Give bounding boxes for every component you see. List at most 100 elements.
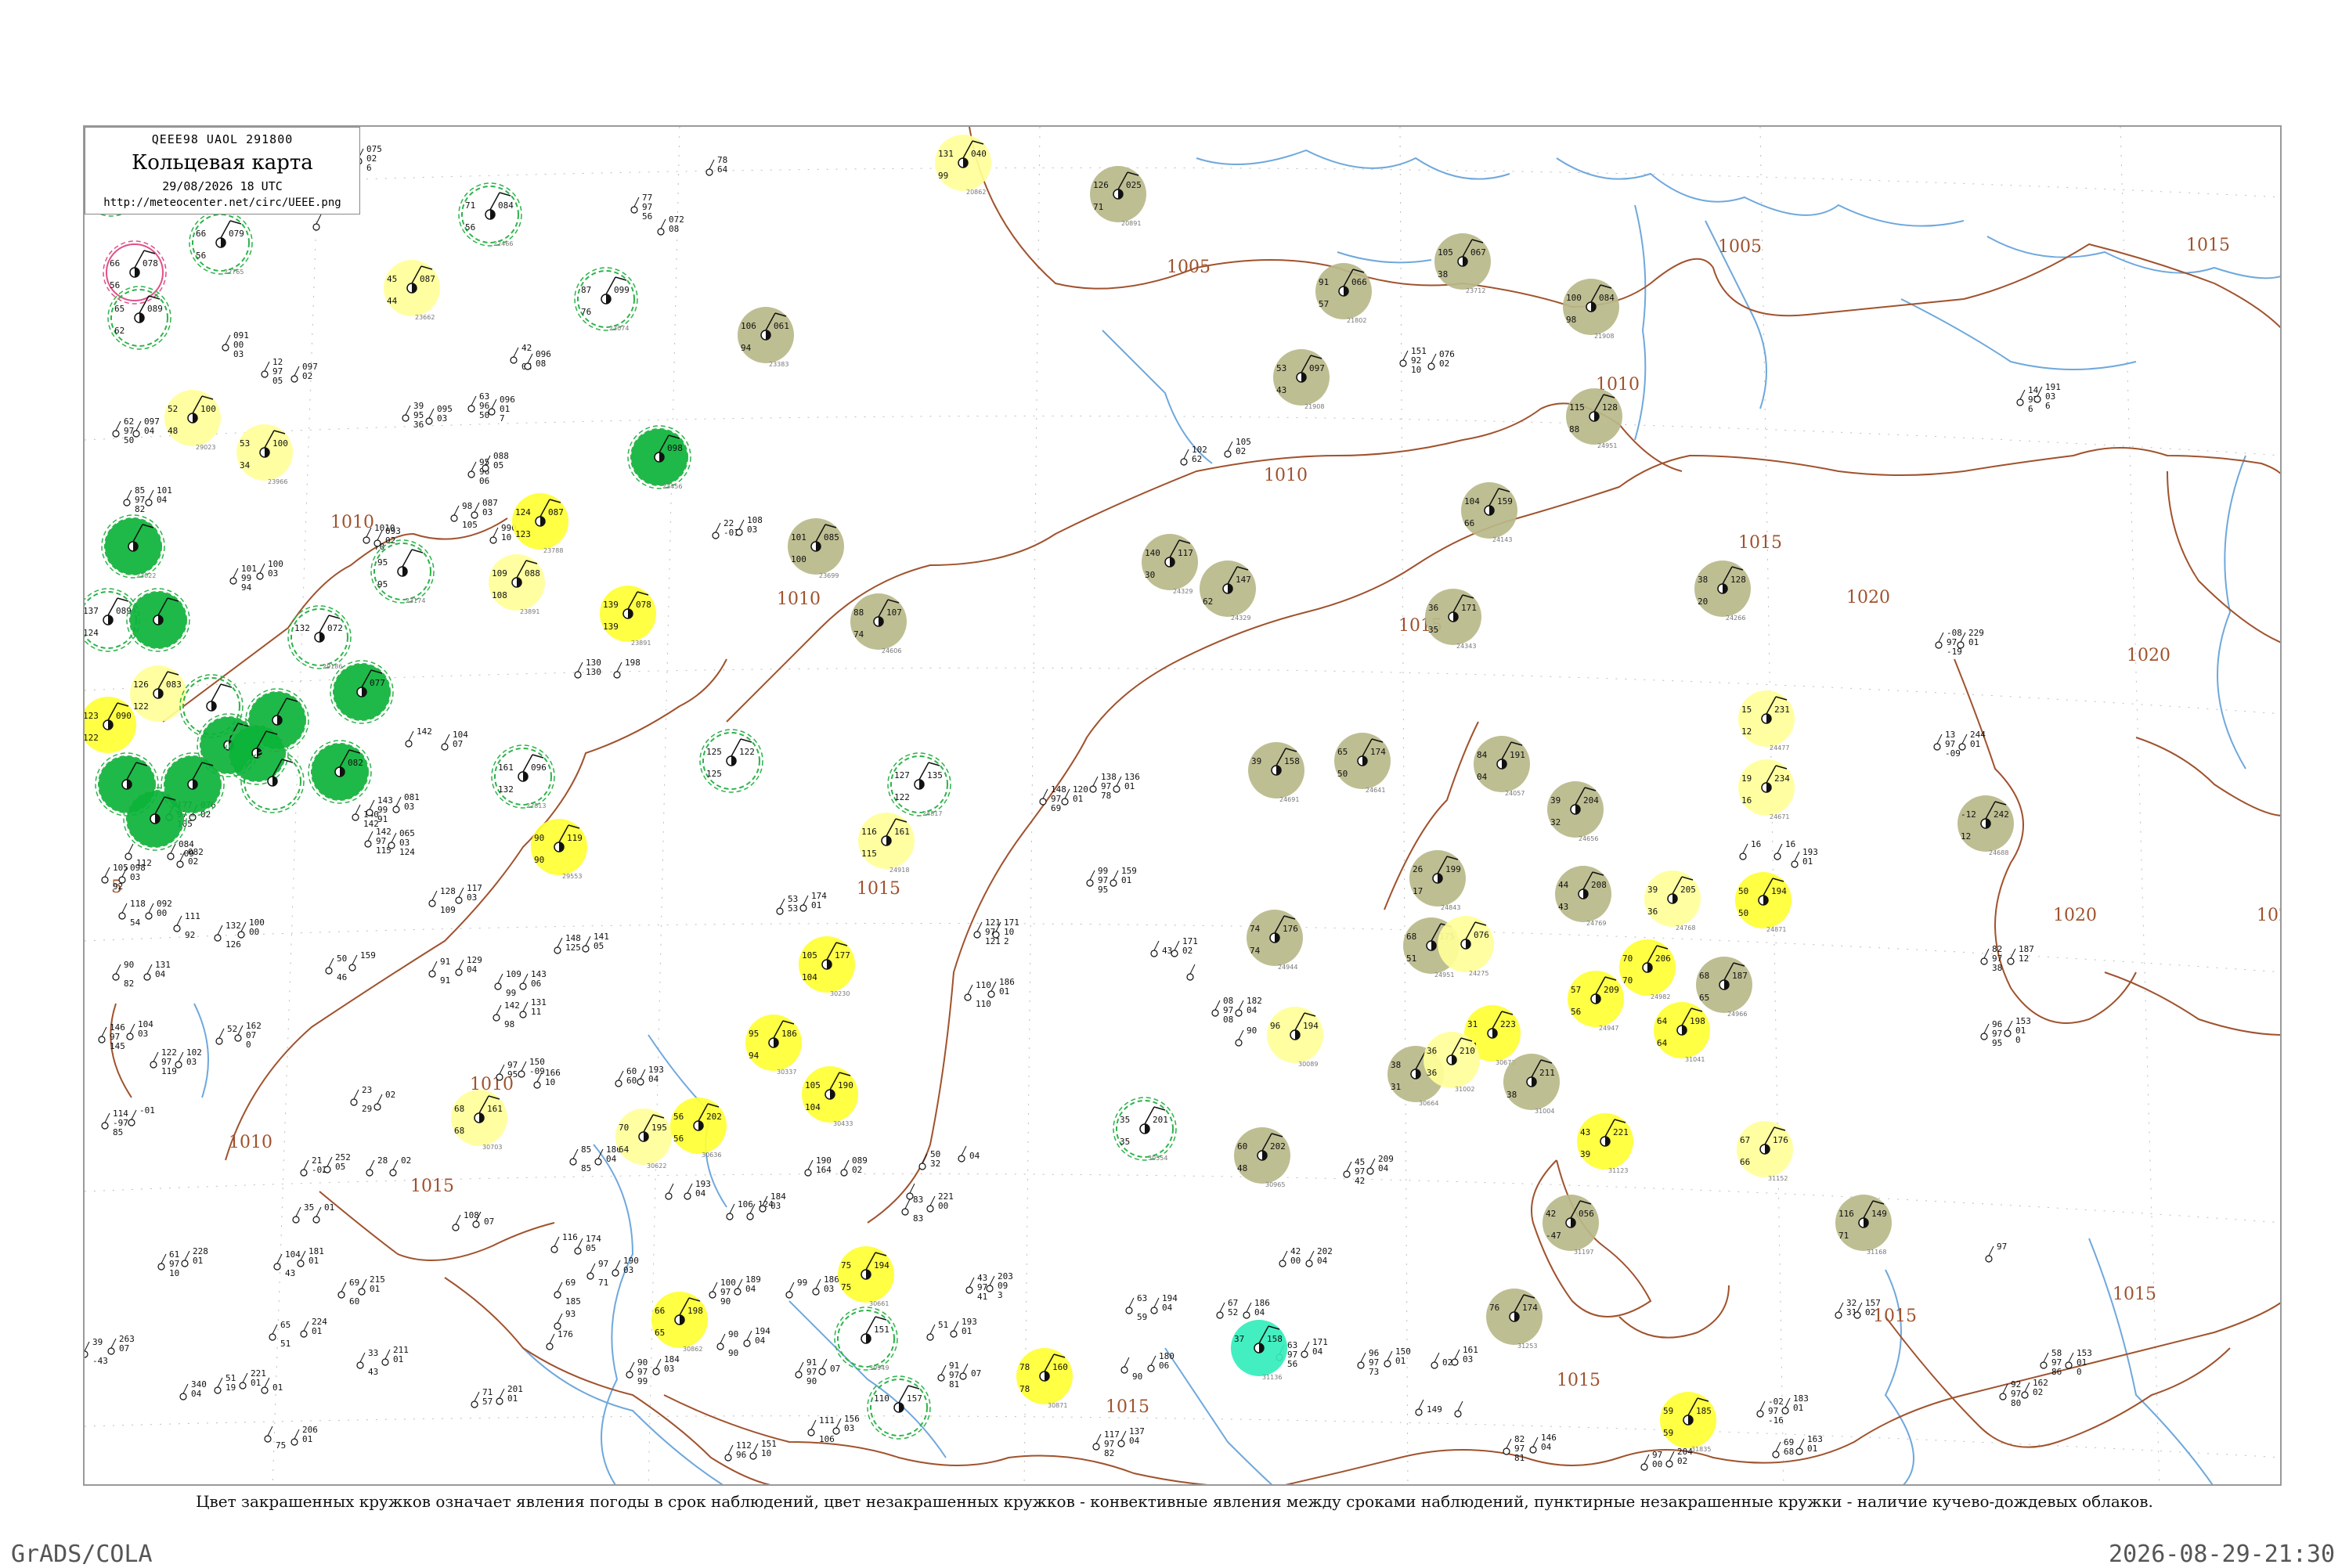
station-plot[interactable]: 65 089 62 xyxy=(107,286,171,350)
station-plot-small[interactable]: 14297115 xyxy=(364,827,392,856)
station-plot-small[interactable]: 15110 xyxy=(749,1439,777,1460)
station-plot-small[interactable]: 19301 xyxy=(950,1317,977,1338)
station-plot-small[interactable]: 132 126 xyxy=(214,921,241,950)
station-plot-small[interactable]: 14306 xyxy=(519,969,547,990)
station-plot-small[interactable]: 51 xyxy=(926,1320,948,1341)
station-plot-small[interactable]: 22100 xyxy=(926,1191,954,1213)
station-plot[interactable]: 50 194 50 24871 xyxy=(1735,872,1792,933)
station-plot-small[interactable]: 22801 xyxy=(181,1246,208,1267)
station-plot[interactable]: 147 62 24329 xyxy=(1200,561,1256,622)
station-plot[interactable]: 116 149 71 31168 xyxy=(1835,1195,1892,1256)
station-plot[interactable]: 42 056 -47 31197 xyxy=(1543,1195,1599,1256)
station-plot-small[interactable]: 10403 xyxy=(126,1019,153,1040)
station-plot-small[interactable]: 93 xyxy=(554,1309,576,1330)
station-plot-small[interactable]: 15901 xyxy=(1110,866,1137,887)
station-plot-small[interactable]: 17102 xyxy=(1171,936,1198,957)
station-plot-small[interactable]: 104 43 xyxy=(273,1249,301,1278)
station-plot[interactable]: 077 xyxy=(330,660,394,724)
station-plot-small[interactable]: 07208 xyxy=(657,214,684,236)
station-plot-small[interactable]: 399536 xyxy=(402,401,424,430)
station-plot[interactable]: 78 160 78 30871 xyxy=(1016,1348,1073,1409)
station-plot-small[interactable]: 90 90 xyxy=(716,1329,738,1358)
station-plot[interactable]: 105 177 104 30230 xyxy=(799,936,855,997)
station-plot[interactable]: 45 087 44 23662 xyxy=(384,260,440,321)
station-plot[interactable]: 15 231 12 24477 xyxy=(1738,690,1795,752)
station-plot-small[interactable]: -0297-16 xyxy=(1756,1397,1784,1426)
station-plot[interactable]: 70 195 64 30622 xyxy=(615,1108,672,1170)
station-plot-small[interactable]: 02 xyxy=(1431,1352,1452,1369)
station-plot[interactable]: 88 107 74 24606 xyxy=(850,593,907,654)
station-plot-small[interactable]: 24401 xyxy=(1958,730,1986,751)
station-plot-small[interactable]: 9700 xyxy=(1640,1450,1662,1471)
station-plot[interactable]: 65 174 50 24641 xyxy=(1334,733,1391,794)
station-plot-small[interactable]: 118 54 xyxy=(118,899,146,928)
station-plot-small[interactable]: 439741 xyxy=(965,1273,987,1302)
synoptic-map[interactable]: 10051005 10151010101010151020102010101015… xyxy=(85,127,2282,1486)
station-plot-small[interactable]: 10502 xyxy=(1224,437,1251,458)
station-plot-small[interactable]: 19304 xyxy=(637,1065,664,1086)
station-plot[interactable]: 098 23456 xyxy=(627,425,691,490)
station-plot-small[interactable] xyxy=(665,1183,674,1200)
station-plot[interactable]: 35 201 35 30554 xyxy=(1113,1097,1177,1162)
station-plot[interactable]: 104 159 66 24143 xyxy=(1461,482,1517,543)
station-plot-small[interactable]: 22101 xyxy=(239,1368,266,1390)
station-plot-small[interactable]: 97 71 xyxy=(586,1259,608,1288)
station-plot-small[interactable]: 17405 xyxy=(574,1234,601,1255)
station-plot-small[interactable]: 153010 xyxy=(2065,1348,2092,1377)
station-plot-small[interactable]: 34004 xyxy=(179,1379,207,1400)
station-plot-small[interactable]: 190164 xyxy=(804,1155,832,1177)
station-plot-small[interactable]: 176 xyxy=(546,1329,573,1350)
station-plot[interactable]: 151 30949 xyxy=(834,1307,898,1372)
station-plot-small[interactable]: 13104 xyxy=(143,960,171,981)
source-url[interactable]: http://meteocenter.net/circ/UEEE.png xyxy=(85,196,359,209)
station-plot-small[interactable]: 97 xyxy=(1985,1242,2007,1263)
station-plot-small[interactable]: 16 xyxy=(1773,839,1795,860)
station-plot-small[interactable]: 1397-09 xyxy=(1933,730,1961,759)
station-plot-small[interactable]: 16103 xyxy=(1451,1345,1478,1366)
station-plot-small[interactable]: 14105 xyxy=(582,932,609,953)
station-plot-small[interactable]: 18403 xyxy=(652,1354,680,1375)
station-plot-small[interactable]: 829738 xyxy=(1980,944,2002,973)
station-plot-small[interactable]: 116 xyxy=(550,1232,578,1253)
station-plot-small[interactable]: 22-01 xyxy=(712,518,739,539)
station-plot-small[interactable]: 85 85 xyxy=(569,1144,591,1173)
station-plot-small[interactable]: 90 xyxy=(1235,1026,1257,1047)
station-plot-small[interactable]: 109 99 xyxy=(494,969,521,998)
station-plot-small[interactable]: 26307 xyxy=(107,1334,135,1355)
station-plot-small[interactable]: 20601 xyxy=(290,1425,318,1446)
station-plot[interactable]: 67 176 66 31152 xyxy=(1737,1121,1793,1182)
station-plot[interactable]: 116 161 115 24918 xyxy=(858,813,915,874)
station-plot-small[interactable]: 0910003 xyxy=(222,330,249,359)
station-plot[interactable]: 44 208 43 24769 xyxy=(1555,866,1611,927)
station-plot-small[interactable]: 28 xyxy=(366,1155,388,1177)
station-plot-small[interactable]: 15603 xyxy=(832,1414,860,1435)
station-plot[interactable]: 75 194 75 30661 xyxy=(838,1246,894,1307)
station-plot-small[interactable]: 11703 xyxy=(455,883,482,904)
station-plot[interactable]: 60 202 48 30965 xyxy=(1234,1127,1290,1188)
station-plot-small[interactable]: 16202 xyxy=(2021,1378,2048,1399)
station-plot-small[interactable]: 929780 xyxy=(1999,1379,2021,1408)
station-plot-small[interactable]: 15001 xyxy=(1384,1346,1411,1368)
station-plot-small[interactable]: 39 -43 xyxy=(85,1337,108,1366)
station-plot-small[interactable]: 63 59 xyxy=(1125,1293,1147,1322)
station-plot-small[interactable]: 08703 xyxy=(471,498,498,519)
station-plot[interactable]: 91 066 57 21802 xyxy=(1315,263,1372,324)
station-plot-small[interactable]: 09704 xyxy=(132,416,160,438)
station-plot[interactable]: 139 078 139 23891 xyxy=(600,586,656,647)
station-plot[interactable]: 71 084 56 22466 xyxy=(458,182,522,247)
station-plot[interactable]: 66 198 65 30862 xyxy=(651,1292,708,1353)
station-plot-small[interactable]: 18712 xyxy=(2007,944,2034,965)
station-plot-small[interactable]: 4200 xyxy=(1279,1246,1301,1267)
station-plot[interactable]: 105 190 104 30433 xyxy=(802,1066,858,1127)
station-plot-small[interactable]: 19301 xyxy=(1791,847,1818,868)
station-plot-small[interactable]: 19404 xyxy=(1150,1293,1178,1314)
station-plot-small[interactable]: 69 60 xyxy=(337,1278,359,1307)
station-plot-small[interactable]: 13111 xyxy=(519,997,547,1018)
station-plot-small[interactable]: 04 xyxy=(958,1145,980,1162)
station-plot[interactable]: 126 083 122 xyxy=(130,665,186,722)
station-plot-small[interactable]: 148125 xyxy=(554,933,581,954)
station-plot-small[interactable]: 07 xyxy=(818,1358,840,1375)
station-plot[interactable]: 26 199 17 24843 xyxy=(1409,850,1466,911)
station-plot[interactable]: 127 135 122 24817 xyxy=(887,752,951,817)
station-plot-small[interactable]: 99 xyxy=(785,1278,807,1299)
